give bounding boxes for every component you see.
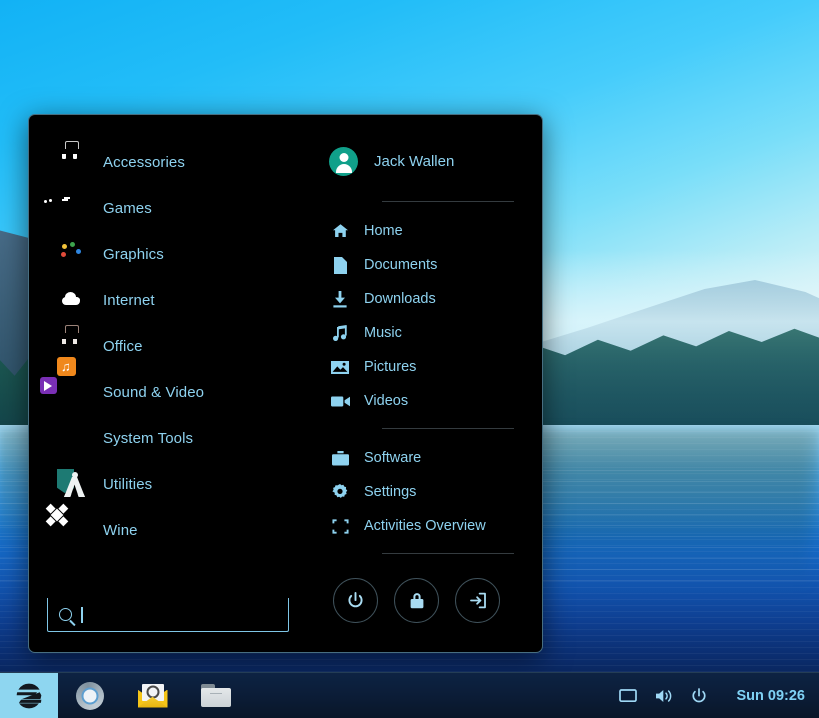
place-item-home[interactable]: Home: [307, 214, 542, 248]
category-item-accessories[interactable]: Accessories: [29, 139, 307, 185]
session-buttons: [307, 578, 542, 623]
place-item-pictures[interactable]: Pictures: [307, 350, 542, 384]
log-out-button[interactable]: [455, 578, 500, 623]
places-list: Home Documents Downloads: [307, 214, 542, 418]
place-label: Documents: [364, 257, 437, 273]
system-item-software[interactable]: Software: [307, 441, 542, 475]
gear-icon: [57, 423, 87, 453]
power-off-button[interactable]: [333, 578, 378, 623]
search-icon: [59, 608, 72, 621]
video-camera-icon: [329, 392, 351, 410]
chromium-icon: [76, 682, 104, 710]
compass-icon: [57, 469, 87, 499]
search-input[interactable]: [47, 598, 289, 632]
category-item-wine[interactable]: Wine: [29, 507, 307, 553]
lock-icon: [409, 592, 425, 609]
menu-categories-pane: Accessories Games: [29, 115, 307, 652]
menu-places-pane: Jack Wallen Home Documents: [307, 115, 542, 652]
zorin-logo-icon: [15, 682, 43, 710]
category-item-graphics[interactable]: Graphics: [29, 231, 307, 277]
place-label: Videos: [364, 393, 408, 409]
category-item-internet[interactable]: Internet: [29, 277, 307, 323]
application-menu: Accessories Games: [28, 114, 543, 653]
power-icon: [347, 592, 364, 609]
category-item-system-tools[interactable]: System Tools: [29, 415, 307, 461]
activities-corners-icon: [329, 517, 351, 535]
category-label: Office: [103, 338, 143, 355]
system-list: Software Settings Activities Overview: [307, 441, 542, 543]
desktop: Accessories Games: [0, 0, 819, 718]
music-video-icon: [57, 377, 87, 407]
avatar: [329, 147, 358, 176]
music-note-icon: [329, 324, 351, 342]
category-label: Accessories: [103, 154, 185, 171]
palette-icon: [57, 239, 87, 269]
category-label: Graphics: [103, 246, 164, 263]
mail-icon: [138, 684, 168, 708]
place-label: Music: [364, 325, 402, 341]
place-item-videos[interactable]: Videos: [307, 384, 542, 418]
taskbar: Sun 09:26: [0, 672, 819, 718]
volume-icon[interactable]: [655, 688, 673, 704]
image-icon: [329, 358, 351, 376]
gear-icon: [329, 483, 351, 501]
cloud-icon: [57, 285, 87, 315]
category-item-sound-and-video[interactable]: Sound & Video: [29, 369, 307, 415]
category-label: Wine: [103, 522, 138, 539]
system-item-settings[interactable]: Settings: [307, 475, 542, 509]
taskbar-left: [0, 673, 247, 718]
system-label: Settings: [364, 484, 416, 500]
category-label: Sound & Video: [103, 384, 204, 401]
gamepad-icon: [57, 193, 87, 223]
user-row[interactable]: Jack Wallen: [307, 139, 542, 183]
download-icon: [329, 290, 351, 308]
taskbar-clock[interactable]: Sun 09:26: [721, 688, 819, 704]
taskbar-app-chromium[interactable]: [58, 673, 121, 718]
display-icon[interactable]: [619, 688, 637, 704]
taskbar-app-files[interactable]: [184, 673, 247, 718]
system-label: Activities Overview: [364, 518, 486, 534]
toolbox-icon: [57, 147, 87, 177]
power-icon[interactable]: [691, 688, 707, 704]
software-bag-icon: [329, 449, 351, 467]
wine-diamonds-icon: [57, 515, 87, 545]
files-icon: [201, 684, 231, 708]
divider-top: [382, 201, 514, 202]
lock-screen-button[interactable]: [394, 578, 439, 623]
category-item-games[interactable]: Games: [29, 185, 307, 231]
place-item-downloads[interactable]: Downloads: [307, 282, 542, 316]
place-label: Home: [364, 223, 403, 239]
divider-middle: [382, 428, 514, 429]
taskbar-app-mail[interactable]: [121, 673, 184, 718]
system-tray: [619, 688, 721, 704]
category-item-utilities[interactable]: Utilities: [29, 461, 307, 507]
place-label: Downloads: [364, 291, 436, 307]
category-label: Utilities: [103, 476, 152, 493]
place-item-music[interactable]: Music: [307, 316, 542, 350]
divider-bottom: [382, 553, 514, 554]
text-caret: [81, 607, 83, 623]
system-item-activities-overview[interactable]: Activities Overview: [307, 509, 542, 543]
category-label: Games: [103, 200, 152, 217]
document-icon: [329, 256, 351, 274]
category-label: Internet: [103, 292, 155, 309]
system-label: Software: [364, 450, 421, 466]
taskbar-launcher-button[interactable]: [0, 673, 58, 718]
category-label: System Tools: [103, 430, 193, 447]
category-list: Accessories Games: [29, 139, 307, 553]
place-item-documents[interactable]: Documents: [307, 248, 542, 282]
logout-icon: [469, 592, 487, 609]
home-icon: [329, 222, 351, 240]
user-name: Jack Wallen: [374, 153, 454, 170]
place-label: Pictures: [364, 359, 416, 375]
